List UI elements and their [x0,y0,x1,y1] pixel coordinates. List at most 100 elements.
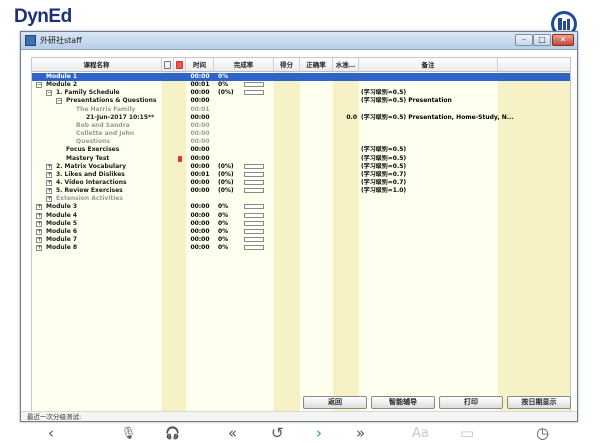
forward-icon[interactable]: » [356,425,365,442]
table-row[interactable]: +3. Likes and Dislikes 00:01 (0%) (学习级别=0.7… [32,171,570,179]
back-icon[interactable]: ‹ [48,425,54,442]
table-row[interactable]: Collette and John 00:00 [32,130,570,138]
expand-icon[interactable]: + [46,188,52,195]
minimize-button[interactable]: – [515,34,533,46]
row-time: 00:00 [190,121,210,129]
collapse-icon[interactable]: − [56,98,62,105]
row-course-name: Module 1 [46,73,78,80]
table-row[interactable]: Focus Exercises 00:00 (学习级别=0.5) [32,146,570,154]
dyned-logo: DynEd [14,6,72,27]
expand-icon[interactable]: + [46,196,52,203]
row-completion: 0% [218,236,229,243]
close-button[interactable]: ✕ [552,34,574,46]
lock-icon [176,61,183,69]
header-lock-flag[interactable] [174,58,186,72]
row-note: (学习级别=1.0) [361,187,407,195]
table-row[interactable]: + Module 7 00:00 0% [32,236,570,244]
table-row[interactable]: −1. Family Schedule 00:00 (0%) (学习级别=0.5) [32,89,570,97]
rewind-icon[interactable]: « [228,425,237,442]
table-row[interactable]: − Presentations & Questions 00:00 (学习级别=0.5… [32,97,570,105]
table-row[interactable]: 21-Jun-2017 10:15** 00:00 0.0 (学习级别=0.5) Pr… [32,114,570,122]
microphone-icon[interactable]: 🎙 [121,425,136,442]
table-row[interactable]: + Module 4 00:00 0% [32,212,570,220]
repeat-icon[interactable]: ↺ [271,425,284,442]
expand-icon[interactable]: + [46,171,52,178]
row-completion: 0% [218,203,229,211]
row-note: (学习级别=0.7) [361,170,407,178]
table-row[interactable]: Module 1 00:00 0% [32,73,570,81]
expand-icon[interactable]: + [36,228,42,235]
expand-icon[interactable]: + [36,245,42,252]
row-course-name: The Harris Family [76,105,136,113]
show-by-date-button[interactable]: 按日期显示 [507,396,571,409]
expand-icon[interactable]: + [46,179,52,186]
headset-icon[interactable]: 🎧 [165,425,180,442]
row-course-name: 4. Video Interactions [56,178,127,186]
collapse-icon[interactable]: − [36,82,42,89]
table-row[interactable]: + Module 6 00:00 0% [32,228,570,236]
header-note-flag[interactable] [162,58,174,72]
row-time: 00:00 [190,244,210,252]
table-row[interactable]: The Harris Family 00:01 [32,106,570,114]
row-completion: (0%) [218,178,234,186]
row-time: 00:01 [190,105,210,113]
row-completion: 0% [218,219,229,227]
expand-icon[interactable]: + [36,220,42,227]
window-titlebar[interactable]: 外研社staff – □ ✕ [21,32,577,50]
row-course-name: Collette and John [76,130,135,138]
completion-progress-bar [244,212,264,218]
table-row[interactable]: Bob and Sandra 00:00 [32,122,570,130]
table-row[interactable]: + Extension Activities [32,195,570,203]
expand-icon[interactable]: + [46,163,52,170]
bottom-toolbar: ‹ 🎙 🎧 « ↺ › » Aa ▭ ◷ [0,424,600,443]
table-row[interactable]: − Module 2 00:01 0% [32,81,570,89]
row-note: (学习级别=0.7) [361,178,407,186]
text-size-icon[interactable]: Aa [412,425,429,442]
header-course-name[interactable]: 课程名称 [32,58,162,72]
table-row[interactable]: Questions 00:00 [32,138,570,146]
row-time: 00:00 [190,130,210,138]
table-row[interactable]: +4. Video Interactions 00:00 (0%) (学习级别=0.7… [32,179,570,187]
row-time: 00:00 [190,89,210,97]
header-notes[interactable]: 备注 [359,58,498,72]
maximize-button[interactable]: □ [533,34,551,46]
course-tree-table[interactable]: 课程名称 时间 完成率 得分 正确率 水准… 备注 Module 1 00:00 0… [31,57,571,417]
table-row[interactable]: +2. Matrix Vocabulary 00:00 (0%) (学习级别=0.5) [32,163,570,171]
row-course-name: Focus Exercises [66,146,120,154]
expand-icon[interactable]: + [36,212,42,219]
expand-icon[interactable]: + [36,204,42,211]
expand-icon[interactable]: + [36,237,42,243]
print-button[interactable]: 打印 [439,396,503,409]
header-accuracy[interactable]: 正确率 [300,58,333,72]
row-time: 00:00 [190,187,210,195]
header-time[interactable]: 时间 [186,58,214,72]
clock-icon[interactable]: ◷ [536,425,549,442]
row-course-name: 1. Family Schedule [56,89,120,97]
table-row[interactable]: + Module 5 00:00 0% [32,220,570,228]
table-row[interactable]: + Module 3 00:00 0% [32,203,570,211]
window-title: 外研社staff [40,36,82,45]
table-row[interactable]: Mastery Test 00:00 (学习级别=0.5) [32,155,570,163]
next-icon[interactable]: › [316,425,322,442]
row-time: 00:00 [190,211,210,219]
row-completion: 0% [218,227,229,235]
note-flag-icon [164,61,171,69]
back-button[interactable]: 返回 [303,396,367,409]
completion-progress-bar [244,90,264,96]
row-note: (学习级别=0.5) [361,89,407,97]
header-score[interactable]: 得分 [274,58,300,72]
header-level[interactable]: 水准… [333,58,359,72]
row-time: 00:00 [190,97,210,105]
smart-tutor-button[interactable]: 智能辅导 [371,396,435,409]
header-completion[interactable]: 完成率 [214,58,274,72]
table-row[interactable]: + Module 8 00:00 0% [32,244,570,252]
row-note: (学习级别=0.5) [361,146,407,154]
table-row[interactable]: +5. Review Exercises 00:00 (0%) (学习级别=1.0) [32,187,570,195]
collapse-icon[interactable]: − [46,90,52,97]
row-course-name: Bob and Sandra [76,121,130,129]
completion-progress-bar [244,188,264,194]
completion-progress-bar [244,220,264,226]
row-time: 00:00 [190,227,210,235]
card-icon[interactable]: ▭ [460,425,474,442]
row-time: 00:00 [190,219,210,227]
